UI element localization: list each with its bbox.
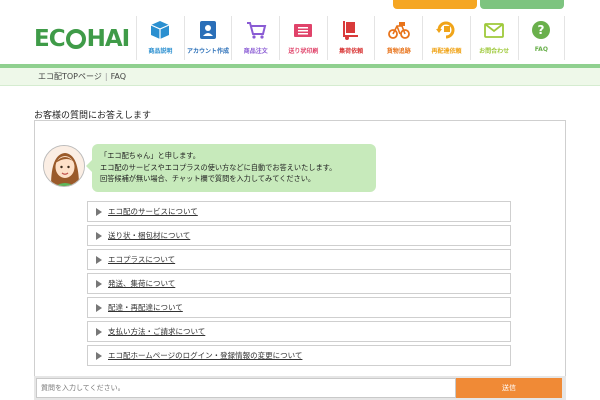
breadcrumb: エコ配TOPページ | FAQ (38, 71, 126, 82)
send-button[interactable]: 送信 (456, 378, 562, 398)
breadcrumb-current: FAQ (110, 72, 127, 81)
faq-item-service[interactable]: エコ配のサービスについて (87, 201, 511, 222)
id-card-icon (196, 18, 220, 42)
caret-right-icon (96, 255, 102, 264)
svg-text:?: ? (538, 23, 545, 37)
logo-ring-icon (65, 29, 86, 49)
bubble-line: エコ配のサービスやエコプラスの使い方などに自動でお答えいたします。 (100, 162, 337, 172)
caret-right-icon (96, 327, 102, 336)
faq-item-label: 発送、集荷について (108, 279, 176, 288)
breadcrumb-separator: | (104, 72, 108, 81)
caret-right-icon (96, 351, 102, 360)
faq-item-waybill-packaging[interactable]: 送り状・梱包材について (87, 225, 511, 246)
question-icon: ? (529, 18, 553, 42)
breadcrumb-home-link[interactable]: エコ配TOPページ (38, 72, 102, 81)
faq-item-ecoplus[interactable]: エコプラスについて (87, 249, 511, 270)
caret-right-icon (96, 279, 102, 288)
faq-item-label: エコ配ホームページのログイン・登録情報の変更について (108, 351, 303, 360)
nav-label: 貨物追跡 (386, 48, 411, 55)
faq-item-label: 支払い方法・ご請求について (108, 327, 206, 336)
nav-item-account[interactable]: アカウント作成 (183, 16, 232, 60)
question-input[interactable] (36, 378, 456, 398)
caret-right-icon (96, 303, 102, 312)
nav-label: 再配達依頼 (431, 48, 462, 55)
nav-label: 商品注文 (243, 48, 268, 55)
nav-item-redelivery[interactable]: 再配達依頼 (422, 16, 470, 60)
faq-item-payment[interactable]: 支払い方法・ご請求について (87, 321, 511, 342)
bubble-line: 回答候補が無い場合、チャット欄で質問を入力してみてください。 (100, 174, 316, 183)
nav-item-waybill[interactable]: 送り状印刷 (279, 16, 327, 60)
faq-topic-list: エコ配のサービスについて 送り状・梱包材について エコプラスについて 発送、集荷… (87, 201, 511, 369)
bicycle-icon (387, 18, 411, 42)
box-icon (148, 18, 172, 42)
nav-item-contact[interactable]: お問合わせ (469, 16, 518, 60)
nav-label: お問合わせ (479, 48, 510, 55)
faq-item-label: エコ配のサービスについて (108, 207, 198, 216)
faq-item-login-account[interactable]: エコ配ホームページのログイン・登録情報の変更について (87, 345, 511, 366)
nav-label: FAQ (534, 46, 548, 53)
printer-icon (291, 18, 315, 42)
assistant-avatar (43, 145, 85, 187)
nav-item-faq[interactable]: ? FAQ (517, 16, 566, 60)
main-nav: 商品説明 アカウント作成 商品注文 送り状印刷 集荷依頼 貨物追跡 再配達依頼 … (136, 16, 566, 60)
caret-right-icon (96, 207, 102, 216)
caret-right-icon (96, 231, 102, 240)
nav-label: アカウント作成 (187, 48, 230, 55)
cart-icon (244, 18, 268, 42)
logo-text-left: EC (34, 26, 66, 52)
nav-label: 商品説明 (148, 48, 173, 55)
delivery-cart-icon (339, 18, 363, 42)
faq-item-label: エコプラスについて (108, 255, 176, 264)
header-tab-orange[interactable] (393, 0, 477, 9)
assistant-message-bubble: 「エコ配ちゃん」と申します。 エコ配のサービスやエコプラスの使い方などに自動でお… (86, 144, 376, 192)
ecohai-logo[interactable]: EC HAI (34, 26, 131, 52)
faq-item-shipping-pickup[interactable]: 発送、集荷について (87, 273, 511, 294)
redelivery-icon (434, 18, 458, 42)
nav-item-tracking[interactable]: 貨物追跡 (374, 16, 422, 60)
faq-item-label: 送り状・梱包材について (108, 231, 191, 240)
nav-item-pickup[interactable]: 集荷依頼 (326, 16, 375, 60)
nav-label: 送り状印刷 (288, 48, 319, 55)
bubble-line: 「エコ配ちゃん」と申します。 (100, 151, 200, 160)
nav-item-product-info[interactable]: 商品説明 (136, 16, 184, 60)
header-tab-green[interactable] (480, 0, 564, 9)
mail-icon (482, 18, 506, 42)
faq-item-delivery[interactable]: 配達・再配達について (87, 297, 511, 318)
nav-item-order[interactable]: 商品注文 (231, 16, 279, 60)
nav-label: 集荷依頼 (339, 48, 364, 55)
logo-text-right: HAI (86, 26, 131, 52)
faq-item-label: 配達・再配達について (108, 303, 183, 312)
